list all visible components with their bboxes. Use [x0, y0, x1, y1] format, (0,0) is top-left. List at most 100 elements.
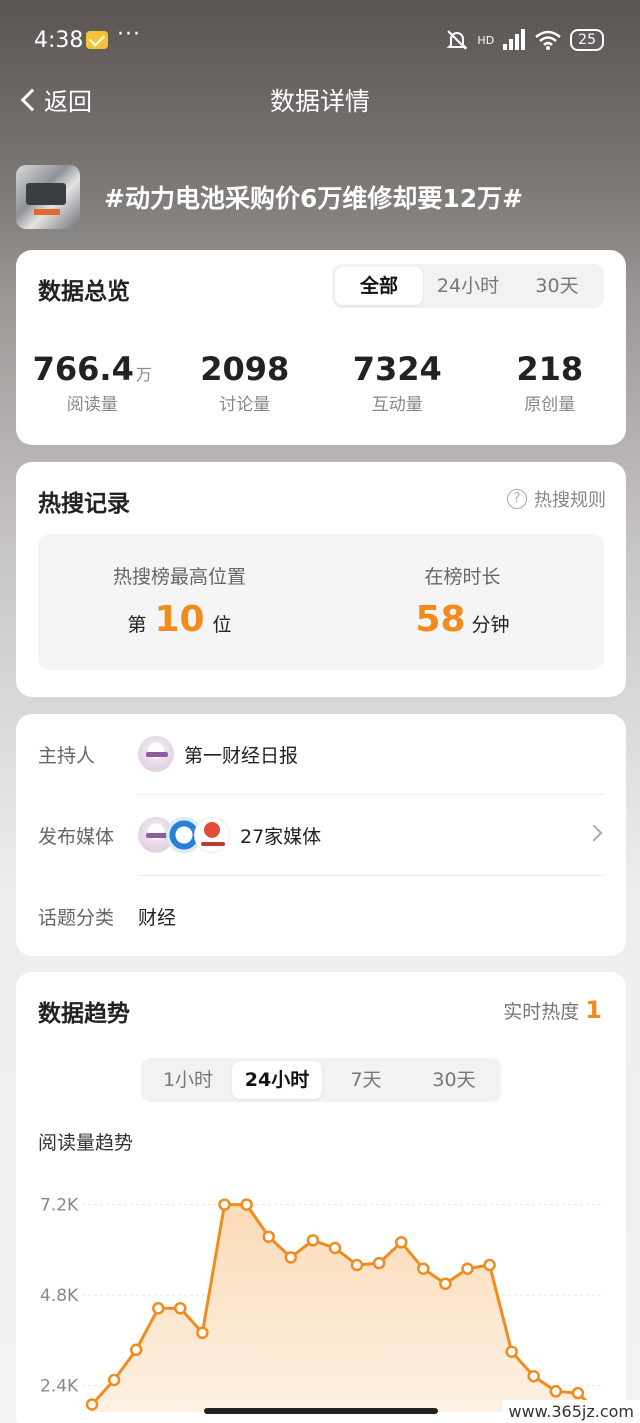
data-point[interactable]	[152, 1302, 165, 1315]
battery-indicator: 25	[570, 29, 604, 51]
media-avatars	[138, 817, 230, 853]
stat-label: 阅读量	[66, 395, 118, 415]
stat-label: 讨论量	[219, 395, 271, 415]
hot-search-rules-link[interactable]: ? 热搜规则	[507, 486, 606, 512]
data-point[interactable]	[284, 1251, 298, 1264]
topic-title: #动力电池采购价6万维修却要12万#	[104, 184, 524, 213]
wifi-icon	[535, 30, 561, 50]
rules-label: 热搜规则	[534, 490, 606, 511]
highest-rank: 热搜榜最高位置 第 10 位	[38, 534, 321, 670]
y-tick-label: 2.4K	[40, 1377, 79, 1397]
host-label: 主持人	[38, 744, 96, 767]
time-on-list: 在榜时长 58 分钟	[321, 534, 604, 670]
data-point[interactable]	[549, 1385, 563, 1398]
page-title: 数据详情	[269, 87, 370, 116]
stat-originals: 218 原创量	[474, 350, 627, 415]
stat-label: 原创量	[524, 395, 576, 415]
mail-notification-icon	[86, 31, 108, 49]
tab-1h[interactable]: 1小时	[144, 1061, 232, 1099]
media-row[interactable]: 发布媒体 27家媒体	[38, 795, 604, 875]
media-label: 发布媒体	[38, 825, 115, 848]
stat-value: 766.4	[32, 350, 134, 388]
trend-title: 数据趋势	[38, 1001, 130, 1027]
navigation-bar: 返回 数据详情	[0, 76, 640, 124]
time-on-list-value: 58	[415, 599, 466, 640]
data-point[interactable]	[107, 1373, 121, 1387]
rank-prefix: 第	[127, 614, 147, 636]
topic-info-card: 主持人 第一财经日报 发布媒体 27家媒体 话题分类 财经	[16, 714, 626, 956]
home-indicator[interactable]	[204, 1408, 438, 1414]
data-point[interactable]	[218, 1198, 231, 1211]
data-point[interactable]	[571, 1386, 585, 1400]
data-point[interactable]	[505, 1345, 518, 1358]
data-point[interactable]	[306, 1234, 320, 1247]
stat-discussions: 2098 讨论量	[169, 350, 322, 415]
heat-value: 1	[585, 996, 602, 1024]
data-point[interactable]	[372, 1256, 386, 1270]
data-point[interactable]	[417, 1262, 430, 1275]
signal-icon	[503, 29, 526, 50]
data-point[interactable]	[527, 1369, 540, 1383]
stat-value: 218	[516, 350, 584, 388]
time-unit: 分钟	[471, 614, 510, 636]
data-point[interactable]	[461, 1262, 474, 1275]
data-point[interactable]	[240, 1198, 253, 1211]
overview-range-tabs: 全部 24小时 30天	[332, 264, 604, 308]
highest-rank-label: 热搜榜最高位置	[112, 566, 246, 588]
stat-interactions: 7324 互动量	[321, 350, 474, 415]
read-trend-chart: 2.4K 4.8K 7.2K	[40, 1196, 606, 1412]
data-point[interactable]	[129, 1343, 143, 1357]
host-content[interactable]: 第一财经日报	[138, 714, 604, 794]
media-count: 27家媒体	[240, 825, 322, 848]
data-point[interactable]	[328, 1241, 342, 1255]
trend-card: 数据趋势 实时热度 1 1小时 24小时 7天 30天 阅读量趋势 2.4K 4.8…	[16, 972, 626, 1423]
data-point[interactable]	[196, 1326, 209, 1340]
stat-label: 互动量	[371, 395, 423, 415]
tab-30d[interactable]: 30天	[513, 267, 601, 305]
hd-icon: HD	[477, 33, 495, 47]
topic-header: #动力电池采购价6万维修却要12万#	[16, 164, 624, 230]
media-content: 27家媒体	[138, 795, 604, 875]
watermark: www.365jz.com	[502, 1400, 640, 1423]
hot-search-title: 热搜记录	[38, 491, 130, 517]
stat-reads: 766.4 万 阅读量	[16, 350, 169, 415]
y-tick-label: 7.2K	[40, 1196, 79, 1216]
more-notifications-icon: ···	[117, 22, 141, 47]
highest-rank-value: 10	[154, 599, 205, 640]
host-avatar	[138, 736, 174, 772]
rank-suffix: 位	[212, 614, 232, 636]
tab-7d[interactable]: 7天	[322, 1061, 410, 1099]
overview-stats: 766.4 万 阅读量 2098 讨论量 7324 互动量 218 原创量	[16, 350, 626, 415]
stat-value: 2098	[200, 350, 290, 388]
tab-24h[interactable]: 24小时	[232, 1061, 322, 1099]
hot-search-stats: 热搜榜最高位置 第 10 位 在榜时长 58 分钟	[38, 534, 604, 670]
stat-value: 7324	[352, 350, 442, 388]
overview-card: 数据总览 全部 24小时 30天 766.4 万 阅读量 2098 讨论量 732…	[16, 250, 626, 445]
data-point[interactable]	[350, 1258, 364, 1272]
chart-title: 阅读量趋势	[38, 1132, 134, 1154]
data-point[interactable]	[483, 1258, 496, 1272]
status-bar: 4:38 ··· HD 25	[0, 0, 640, 80]
data-point[interactable]	[174, 1302, 187, 1315]
status-icons: HD 25	[445, 28, 604, 52]
stat-unit: 万	[135, 365, 152, 384]
topic-thumbnail[interactable]	[16, 165, 80, 229]
y-tick-label: 4.8K	[40, 1286, 79, 1306]
tab-all[interactable]: 全部	[335, 267, 423, 305]
hot-search-card: 热搜记录 ? 热搜规则 热搜榜最高位置 第 10 位 在榜时长 58 分钟	[16, 462, 626, 697]
tab-30d[interactable]: 30天	[410, 1061, 498, 1099]
time-on-list-label: 在榜时长	[424, 566, 501, 588]
tab-24h[interactable]: 24小时	[423, 267, 513, 305]
data-point[interactable]	[262, 1230, 275, 1243]
mute-bell-icon	[447, 30, 468, 50]
overview-title: 数据总览	[38, 279, 130, 305]
data-point[interactable]	[439, 1277, 452, 1291]
data-point[interactable]	[85, 1398, 99, 1411]
media-avatar	[194, 817, 230, 853]
status-time: 4:38	[34, 28, 84, 53]
help-icon: ?	[507, 489, 527, 509]
heat-label: 实时热度	[503, 1001, 580, 1023]
data-point[interactable]	[394, 1236, 408, 1249]
realtime-heat: 实时热度 1	[503, 996, 602, 1024]
trend-range-tabs: 1小时 24小时 7天 30天	[141, 1058, 501, 1102]
